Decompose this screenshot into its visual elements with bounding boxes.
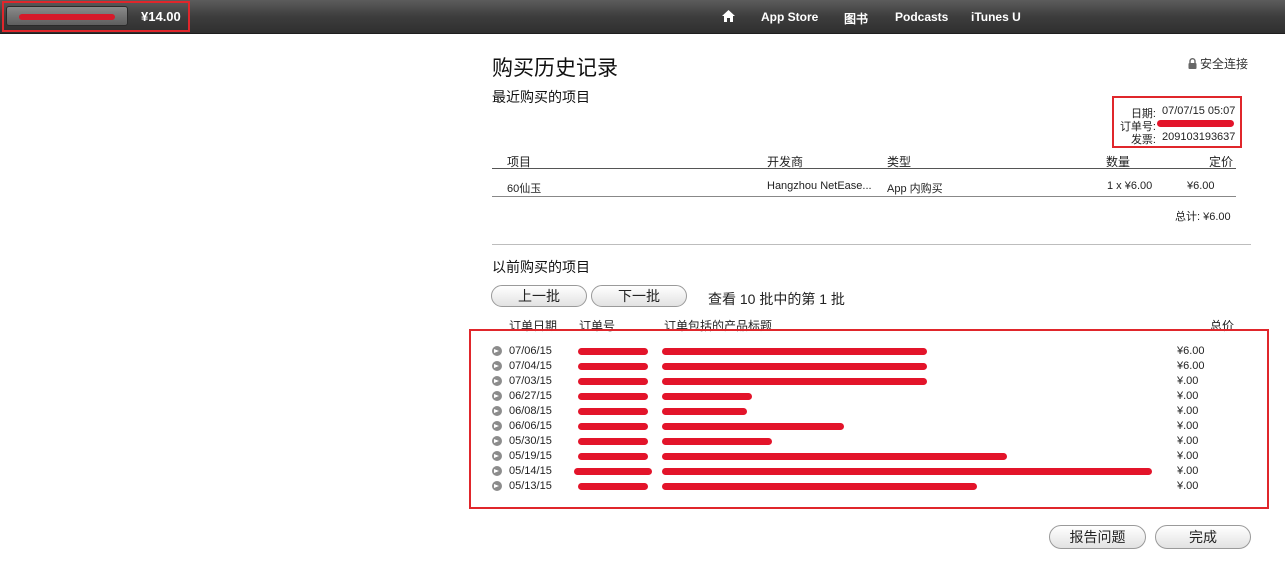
order-date: 07/06/15: [509, 345, 552, 357]
order-total: ¥.00: [1177, 405, 1199, 417]
order-date: 07/03/15: [509, 375, 552, 387]
redacted-product-title: [662, 378, 927, 385]
page-title: 购买历史记录: [492, 57, 618, 80]
redacted-account-name: [19, 14, 115, 20]
section-divider: [492, 244, 1251, 245]
order-date: 06/08/15: [509, 405, 552, 417]
arrow-circle-icon[interactable]: [492, 361, 502, 371]
table-rule: [492, 196, 1236, 197]
account-balance: ¥14.00: [141, 9, 181, 24]
arrow-circle-icon[interactable]: [492, 436, 502, 446]
redacted-order-number: [578, 423, 648, 430]
done-button[interactable]: 完成: [1155, 525, 1251, 549]
order-date: 05/30/15: [509, 435, 552, 447]
batch-indicator: 查看 10 批中的第 1 批: [708, 291, 845, 307]
report-problem-button[interactable]: 报告问题: [1049, 525, 1146, 549]
previous-purchases-heading: 以前购买的项目: [492, 259, 590, 275]
item-price: ¥6.00: [1187, 180, 1215, 192]
redacted-product-title: [662, 363, 927, 370]
order-total: ¥.00: [1177, 465, 1199, 477]
top-navigation-bar: ¥14.00 App Store 图书 Podcasts iTunes U: [0, 0, 1285, 34]
item-type: App 内购买: [887, 183, 943, 195]
redacted-order-number: [578, 363, 648, 370]
order-date: 06/27/15: [509, 390, 552, 402]
order-total: ¥.00: [1177, 375, 1199, 387]
redacted-order-number: [574, 468, 652, 475]
redacted-product-title: [662, 423, 844, 430]
order-date: 07/04/15: [509, 360, 552, 372]
redacted-order-number: [1157, 120, 1234, 127]
order-date: 06/06/15: [509, 420, 552, 432]
history-highlight-box: [469, 329, 1269, 509]
redacted-order-number: [578, 438, 648, 445]
order-total: ¥.00: [1177, 390, 1199, 402]
item-quantity: 1 x ¥6.00: [1107, 180, 1153, 192]
recent-purchases-heading: 最近购买的项目: [492, 89, 590, 105]
redacted-product-title: [662, 468, 1152, 475]
redacted-product-title: [662, 348, 927, 355]
order-total: 总计: ¥6.00: [1175, 211, 1231, 223]
order-date: 05/19/15: [509, 450, 552, 462]
home-icon[interactable]: [721, 9, 736, 28]
redacted-order-number: [578, 483, 648, 490]
redacted-product-title: [662, 453, 1007, 460]
redacted-product-title: [662, 438, 772, 445]
secure-connection-label: 安全连接: [1200, 57, 1249, 71]
arrow-circle-icon[interactable]: [492, 481, 502, 491]
invoice-label: 发票:: [1130, 134, 1156, 146]
arrow-circle-icon[interactable]: [492, 391, 502, 401]
order-date: 05/14/15: [509, 465, 552, 477]
nav-itunes-u[interactable]: iTunes U: [971, 10, 1021, 24]
order-date: 05/13/15: [509, 480, 552, 492]
secure-connection: 安全连接: [1188, 55, 1248, 72]
table-rule: [492, 168, 1236, 169]
nav-app-store[interactable]: App Store: [761, 10, 818, 24]
lock-icon: [1188, 58, 1197, 69]
redacted-order-number: [578, 393, 648, 400]
order-total: ¥.00: [1177, 420, 1199, 432]
order-total: ¥.00: [1177, 480, 1199, 492]
order-total: ¥6.00: [1177, 345, 1205, 357]
nav-books[interactable]: 图书: [844, 10, 868, 27]
redacted-order-number: [578, 348, 648, 355]
arrow-circle-icon[interactable]: [492, 451, 502, 461]
item-name: 60仙玉: [507, 183, 542, 195]
nav-podcasts[interactable]: Podcasts: [895, 10, 948, 24]
arrow-circle-icon[interactable]: [492, 376, 502, 386]
prev-batch-button[interactable]: 上一批: [491, 285, 587, 307]
arrow-circle-icon[interactable]: [492, 406, 502, 416]
order-date: 07/07/15 05:07: [1162, 105, 1236, 117]
account-button[interactable]: [6, 6, 128, 26]
next-batch-button[interactable]: 下一批: [591, 285, 687, 307]
redacted-product-title: [662, 483, 977, 490]
redacted-product-title: [662, 408, 747, 415]
redacted-order-number: [578, 408, 648, 415]
order-total: ¥6.00: [1177, 360, 1205, 372]
arrow-circle-icon[interactable]: [492, 346, 502, 356]
redacted-order-number: [578, 378, 648, 385]
redacted-product-title: [662, 393, 752, 400]
developer-name: Hangzhou NetEase...: [767, 180, 872, 192]
redacted-order-number: [578, 453, 648, 460]
arrow-circle-icon[interactable]: [492, 466, 502, 476]
order-total: ¥.00: [1177, 450, 1199, 462]
arrow-circle-icon[interactable]: [492, 421, 502, 431]
invoice-number: 209103193637: [1162, 131, 1236, 143]
order-total: ¥.00: [1177, 435, 1199, 447]
